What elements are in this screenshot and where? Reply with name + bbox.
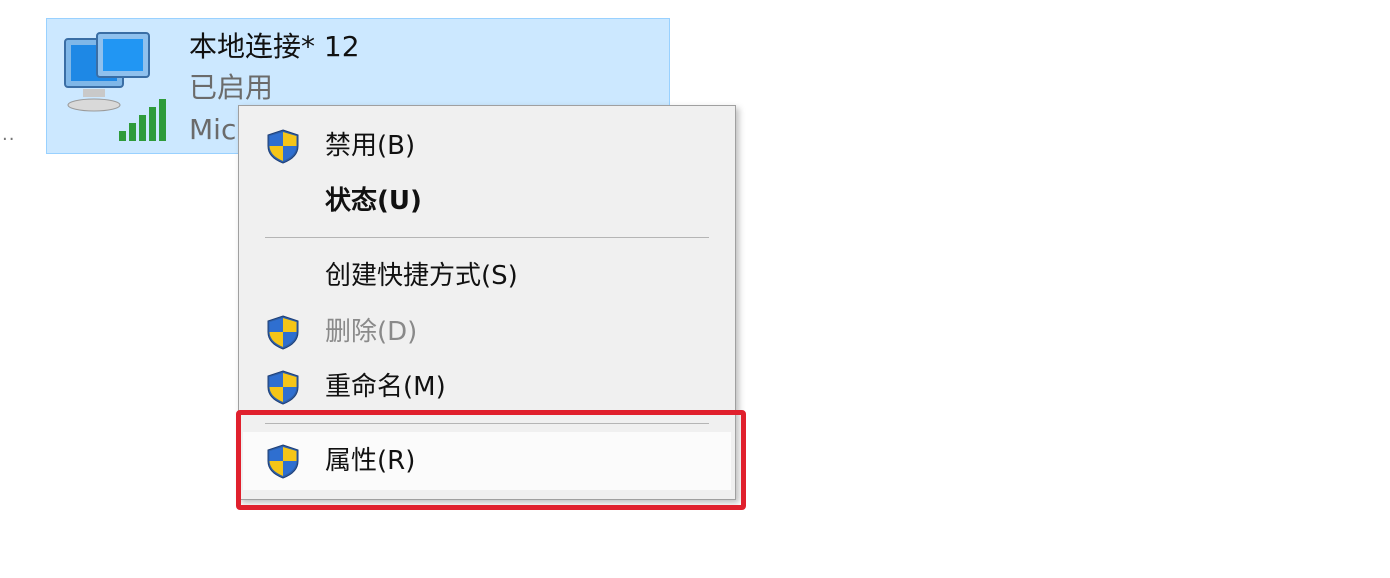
menu-item-status[interactable]: 状态(U) (243, 174, 731, 228)
menu-item-delete[interactable]: 删除(D) (243, 305, 731, 359)
menu-item-create-shortcut[interactable]: 创建快捷方式(S) (243, 249, 731, 303)
connection-status: 已启用 (189, 71, 274, 104)
menu-item-rename[interactable]: 重命名(M) (243, 360, 731, 414)
uac-shield-icon (265, 369, 301, 405)
menu-item-disable[interactable]: 禁用(B) (243, 119, 731, 173)
connection-name: 本地连接* 12 (189, 30, 360, 63)
menu-item-label: 禁用(B) (325, 131, 416, 161)
menu-item-label: 创建快捷方式(S) (325, 261, 518, 291)
annotation-highlight-box (236, 410, 746, 510)
uac-shield-icon (265, 314, 301, 350)
menu-item-label: 重命名(M) (325, 372, 446, 402)
menu-separator (265, 237, 709, 238)
network-computers-signal-icon (64, 32, 166, 141)
menu-item-label: 删除(D) (325, 317, 418, 347)
menu-item-label: 状态(U) (325, 186, 422, 216)
overflow-dots: .. (2, 124, 16, 145)
uac-shield-icon (265, 128, 301, 164)
